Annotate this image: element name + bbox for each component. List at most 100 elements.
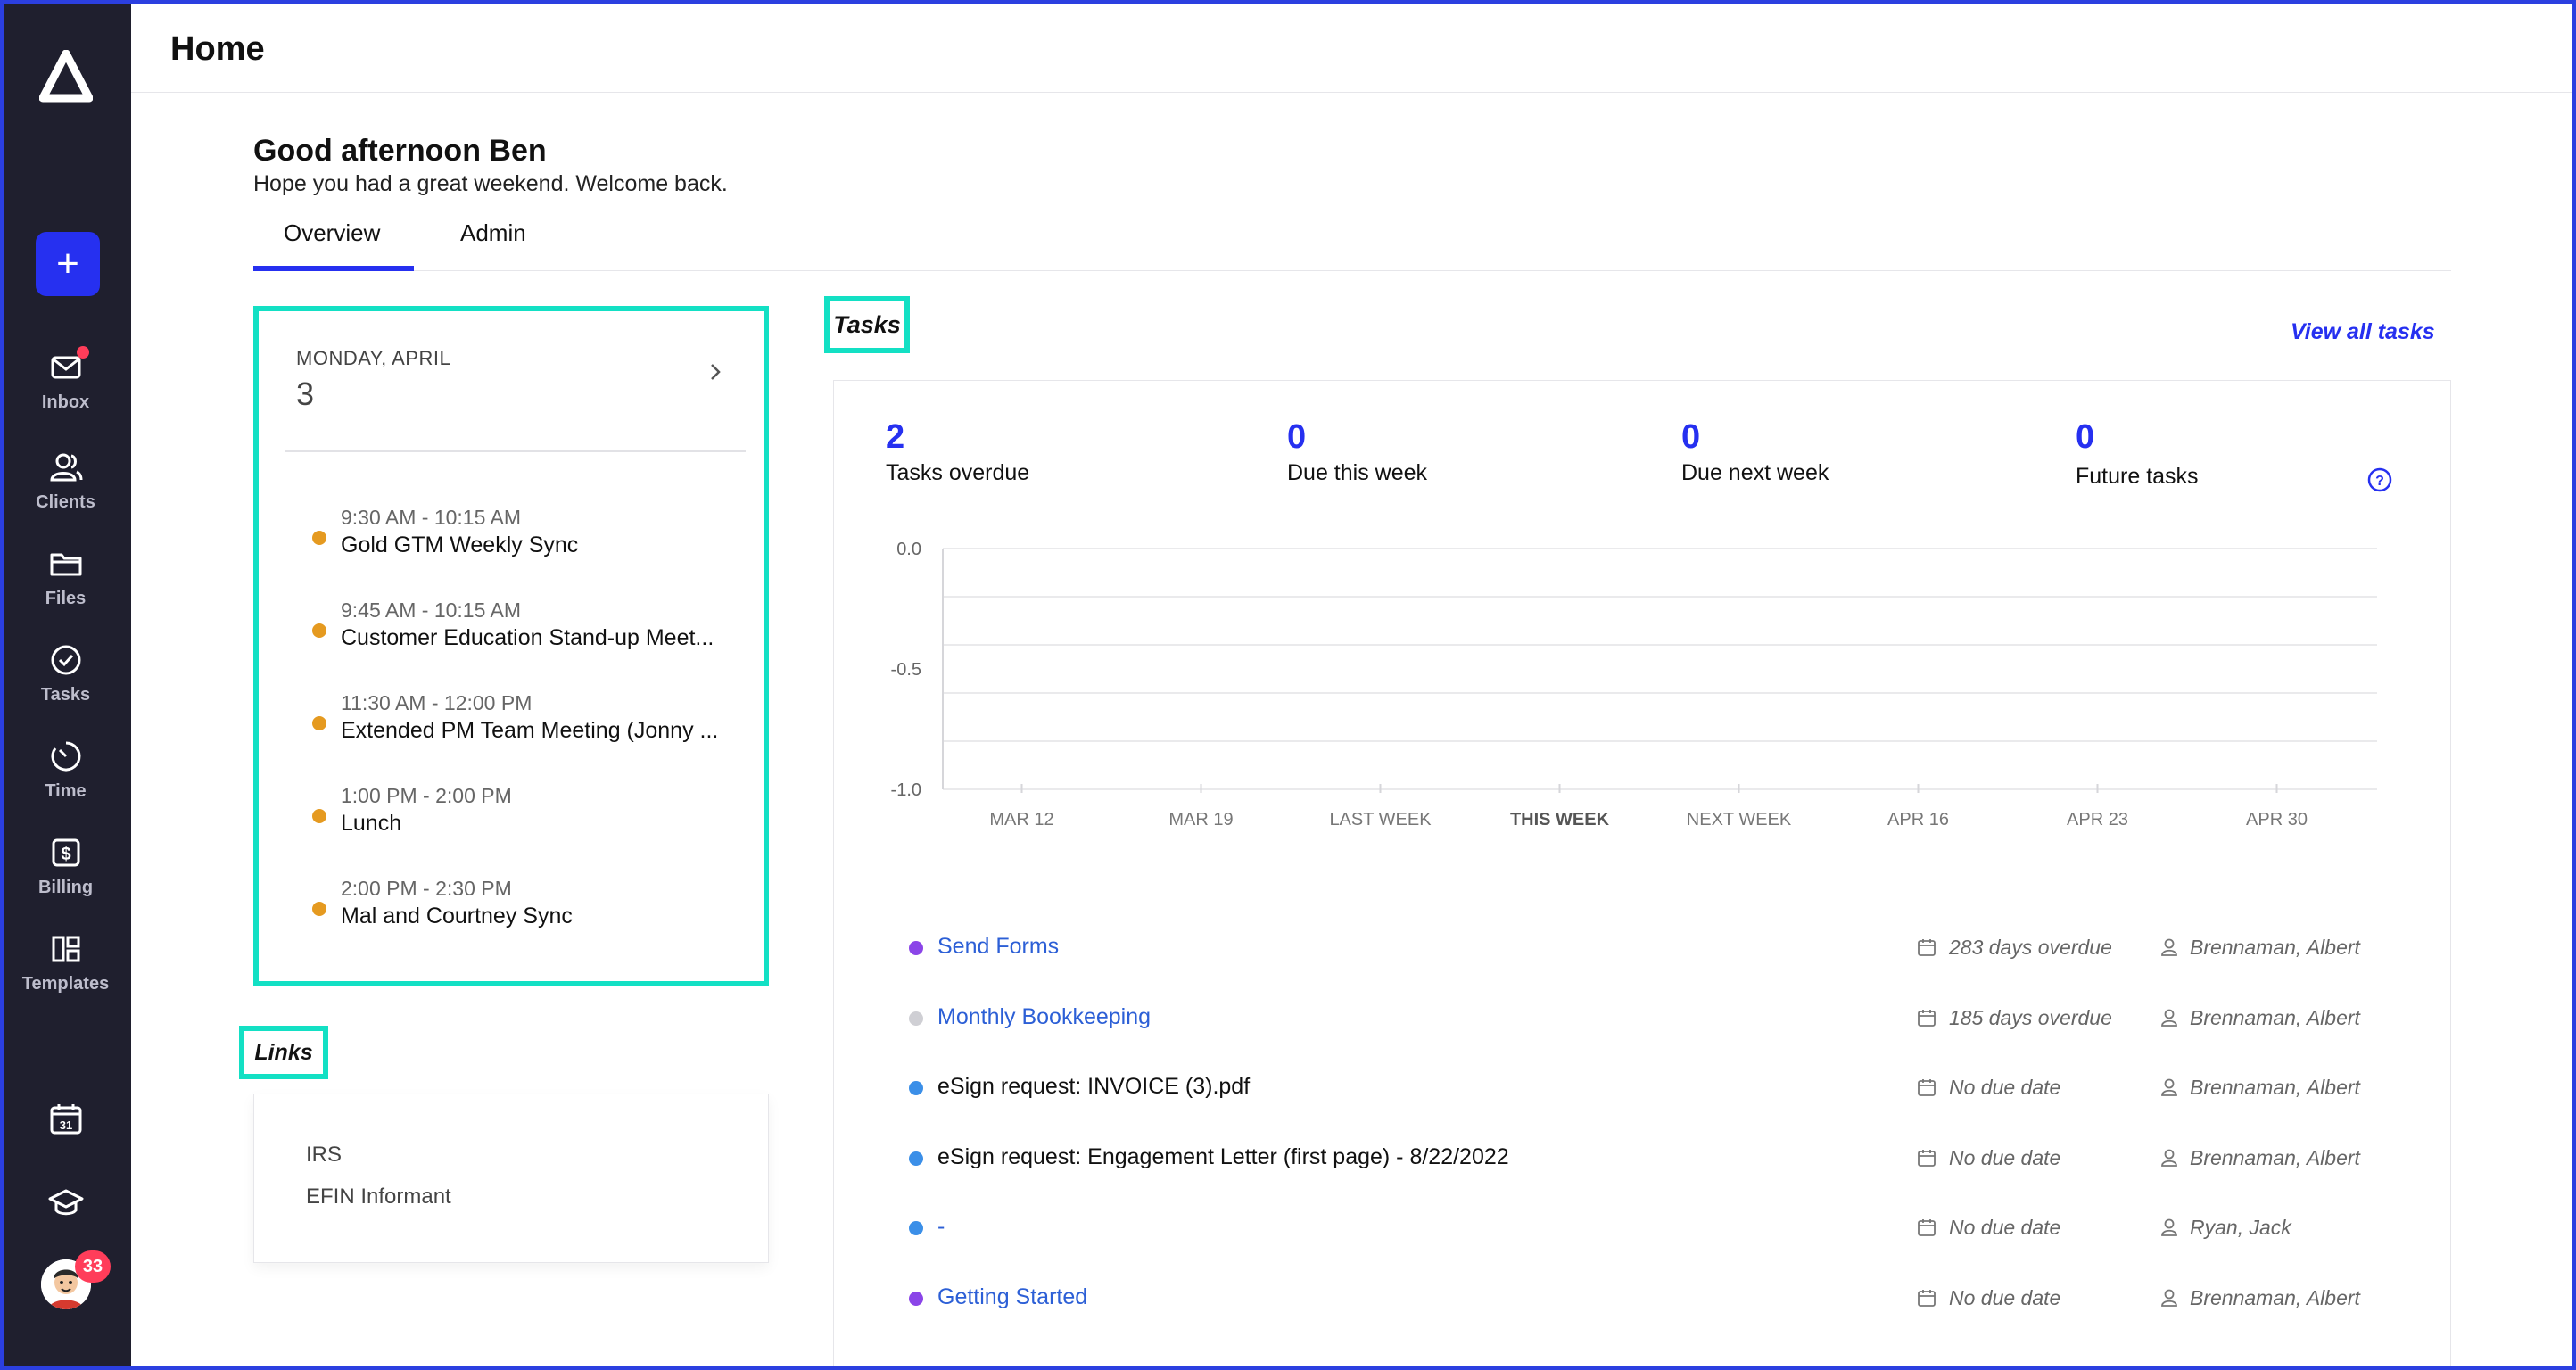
tab-overview[interactable]: Overview <box>253 219 414 271</box>
user-icon <box>2159 1288 2179 1308</box>
stat-value: 0 <box>1287 418 1307 456</box>
event-title: Lunch <box>341 811 402 836</box>
sidebar-item-label: Templates <box>21 974 110 994</box>
user-icon <box>2159 1148 2179 1168</box>
folder-icon <box>50 553 81 576</box>
task-due-date: 185 days overdue <box>1949 1005 2112 1029</box>
inbox-notification-dot <box>77 346 89 359</box>
stat-tasks-overdue[interactable]: 2 Tasks overdue <box>886 418 1029 486</box>
stat-label: Future tasks <box>2076 464 2199 489</box>
links-card: IRS EFIN Informant <box>253 1094 769 1263</box>
event-dot <box>312 902 326 916</box>
sidebar-item-label: Billing <box>37 878 94 897</box>
event-title: Customer Education Stand-up Meet... <box>341 625 714 650</box>
user-icon <box>2159 1217 2179 1237</box>
sidebar-item-label: Time <box>45 781 87 801</box>
sidebar-item-templates[interactable]: Templates <box>0 931 131 994</box>
calendar-day-number: 3 <box>296 376 315 412</box>
chart-x-tick-label: APR 30 <box>2246 810 2308 829</box>
sidebar-item-tasks[interactable]: Tasks <box>0 642 131 706</box>
sidebar-item-label: Files <box>45 589 87 608</box>
event-time: 9:30 AM - 10:15 AM <box>341 506 522 529</box>
layout-icon <box>52 936 79 962</box>
calendar-icon <box>1917 937 1936 957</box>
svg-text:?: ? <box>2375 474 2384 489</box>
task-name[interactable]: - <box>937 1214 945 1240</box>
task-name: eSign request: Engagement Letter (first … <box>937 1143 1509 1169</box>
task-name[interactable]: Monthly Bookkeeping <box>937 1004 1151 1030</box>
link-efin-informant[interactable]: EFIN Informant <box>306 1184 451 1209</box>
sidebar-item-inbox[interactable]: Inbox <box>0 346 131 413</box>
task-name[interactable]: Send Forms <box>937 934 1059 960</box>
task-row[interactable]: - No due date Ryan, Jack <box>909 1210 2390 1246</box>
sidebar-item-label: Clients <box>36 492 95 512</box>
stat-value: 2 <box>886 418 905 456</box>
user-icon <box>2159 1077 2179 1097</box>
greeting-title: Good afternoon Ben <box>253 134 547 168</box>
notification-badge: 33 <box>75 1250 111 1283</box>
task-status-dot <box>909 941 923 955</box>
divider <box>285 450 746 452</box>
task-row[interactable]: eSign request: Engagement Letter (first … <box>909 1141 2390 1176</box>
task-name[interactable]: Getting Started <box>937 1284 1087 1310</box>
event-title: Gold GTM Weekly Sync <box>341 532 579 557</box>
stat-due-next-week[interactable]: 0 Due next week <box>1681 418 1829 486</box>
sidebar-item-files[interactable]: Files <box>0 546 131 609</box>
task-assignee: Brennaman, Albert <box>2190 1145 2360 1169</box>
help-icon[interactable]: ? <box>2366 466 2393 493</box>
tasks-card: 2 Tasks overdue 0 Due this week 0 Due ne… <box>833 380 2451 1370</box>
sidebar: + Inbox Clients Files Tasks Time $ Billi… <box>0 0 131 1370</box>
task-assignee: Brennaman, Albert <box>2190 1076 2360 1099</box>
chart-y-tick-label: 0.0 <box>896 541 921 559</box>
graduation-cap-icon[interactable] <box>47 1184 85 1222</box>
sidebar-item-label: Inbox <box>41 392 90 412</box>
page-title: Home <box>170 30 265 68</box>
calendar-icon <box>1917 1077 1936 1097</box>
calendar-day-label: MONDAY, APRIL <box>296 347 451 369</box>
sidebar-item-billing[interactable]: $ Billing <box>0 835 131 898</box>
event-time: 11:30 AM - 12:00 PM <box>341 691 533 714</box>
user-icon <box>2159 937 2179 957</box>
link-irs[interactable]: IRS <box>306 1143 342 1168</box>
app-logo[interactable] <box>39 50 93 103</box>
task-assignee: Brennaman, Albert <box>2190 1005 2360 1029</box>
event-dot <box>312 809 326 823</box>
chart-x-tick-label: MAR 12 <box>989 810 1053 829</box>
stat-due-this-week[interactable]: 0 Due this week <box>1287 418 1427 486</box>
chart-x-tick-label: NEXT WEEK <box>1687 810 1792 829</box>
event-time: 2:00 PM - 2:30 PM <box>341 877 512 900</box>
task-due-date: No due date <box>1949 1216 2061 1239</box>
task-row[interactable]: Send Forms 283 days overdue Brennaman, Alb… <box>909 930 2390 966</box>
sidebar-item-time[interactable]: Time <box>0 739 131 802</box>
greeting-subtitle: Hope you had a great weekend. Welcome ba… <box>253 171 728 196</box>
stat-future-tasks[interactable]: 0 Future tasks <box>2076 418 2199 490</box>
calendar-icon <box>1917 1008 1936 1028</box>
sidebar-item-clients[interactable]: Clients <box>0 450 131 513</box>
stat-label: Due this week <box>1287 460 1428 485</box>
calendar-icon[interactable]: 31 <box>47 1101 85 1138</box>
top-header: Home <box>131 4 2572 93</box>
sidebar-item-label: Tasks <box>40 685 91 705</box>
stat-value: 0 <box>2076 418 2095 456</box>
event-title: Extended PM Team Meeting (Jonny ... <box>341 718 719 743</box>
chart-x-tick-label: APR 23 <box>2067 810 2128 829</box>
task-status-dot <box>909 1011 923 1026</box>
task-due-date: No due date <box>1949 1285 2061 1309</box>
calendar-icon <box>1917 1148 1936 1168</box>
task-row[interactable]: eSign request: INVOICE (3).pdf No due dat… <box>909 1070 2390 1106</box>
stat-value: 0 <box>1681 418 1701 456</box>
chart-x-tick-label: THIS WEEK <box>1510 810 1610 829</box>
chevron-right-icon[interactable] <box>705 361 726 383</box>
task-due-date: 283 days overdue <box>1949 936 2112 959</box>
task-assignee: Brennaman, Albert <box>2190 936 2360 959</box>
task-status-dot <box>909 1081 923 1095</box>
chart-x-tick-label: APR 16 <box>1887 810 1949 829</box>
task-row[interactable]: Getting Started No due date Brennaman, Alb… <box>909 1281 2390 1316</box>
tab-admin[interactable]: Admin <box>460 219 526 271</box>
svg-text:$: $ <box>61 845 70 864</box>
calendar-icon <box>1917 1217 1936 1237</box>
new-button[interactable]: + <box>36 232 100 296</box>
stat-label: Due next week <box>1681 460 1829 485</box>
view-all-tasks-link[interactable]: View all tasks <box>2291 319 2435 345</box>
task-row[interactable]: Monthly Bookkeeping 185 days overdue Brenn… <box>909 1001 2390 1036</box>
